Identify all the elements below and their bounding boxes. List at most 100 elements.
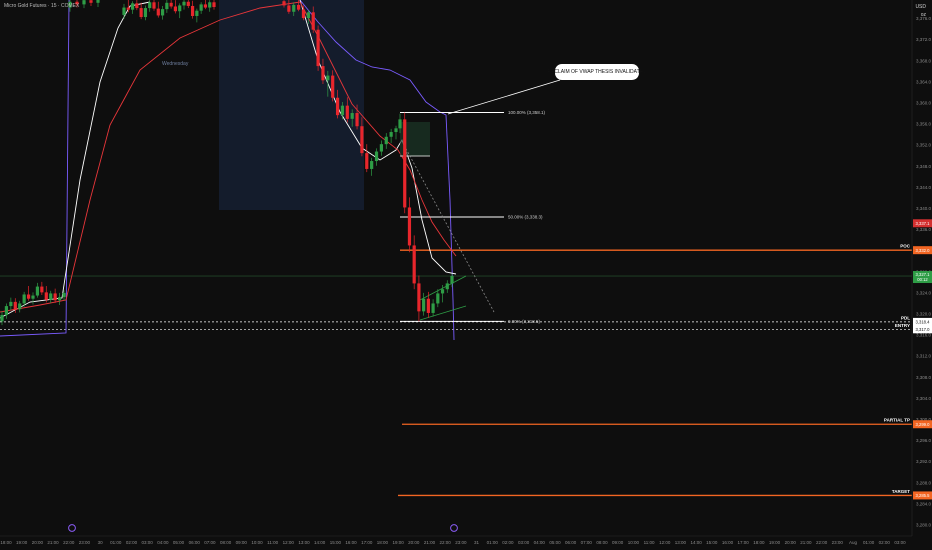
candle-body — [148, 2, 152, 9]
candle-body — [139, 8, 143, 18]
candle-body — [384, 136, 388, 145]
x-tick-label: 06:00 — [565, 540, 577, 545]
price-tag-text: 3,317.0 — [916, 327, 931, 332]
candle-body — [0, 315, 4, 322]
candle-body — [44, 292, 48, 300]
candle-body — [394, 128, 398, 133]
candle-body — [4, 306, 9, 316]
candle-body — [82, 0, 86, 5]
candle-body — [398, 119, 402, 129]
x-tick-label: 17:00 — [361, 540, 373, 545]
x-tick-label: 02:00 — [126, 540, 138, 545]
x-tick-label: 21:00 — [800, 540, 812, 545]
y-tick-label: 3,352.0 — [916, 143, 932, 148]
x-tick-label: 19:00 — [769, 540, 781, 545]
candle-body — [365, 153, 369, 169]
candle-body — [379, 144, 383, 152]
x-tick-label: Aug — [849, 540, 858, 545]
candle-body — [374, 151, 379, 162]
candle-body — [9, 301, 13, 307]
candle-body — [389, 132, 393, 137]
candle-body — [282, 1, 286, 6]
y-tick-label: 3,324.0 — [916, 290, 932, 295]
x-tick-label: 10:00 — [251, 540, 263, 545]
x-tick-label: 30 — [98, 540, 104, 545]
y-tick-label: 3,336.0 — [916, 227, 932, 232]
candle-body — [426, 298, 430, 313]
candle-body — [203, 4, 208, 8]
candle-body — [156, 8, 160, 16]
candle-body — [135, 3, 139, 9]
x-tick-label: 20:00 — [408, 540, 420, 545]
x-tick-label: 16:00 — [345, 540, 357, 545]
price-line-label: PARTIAL TP — [884, 418, 910, 423]
y-tick-label: 3,364.0 — [916, 79, 932, 84]
candle-body — [208, 2, 212, 8]
x-tick-label: 18:00 — [753, 540, 765, 545]
candle-body — [403, 119, 407, 208]
y-tick-label: 3,320.0 — [916, 311, 932, 316]
x-tick-label: 05:00 — [549, 540, 561, 545]
candle-body — [321, 66, 325, 81]
price-line-label: ENTRY — [895, 323, 910, 328]
candle-body — [49, 293, 53, 300]
unit-label[interactable]: oz — [921, 12, 926, 18]
current-price-timer: 00:12 — [917, 277, 928, 282]
x-tick-label: 22:00 — [816, 540, 828, 545]
candle-body — [301, 9, 306, 19]
candle-body — [130, 3, 135, 10]
y-tick-label: 3,308.0 — [916, 375, 932, 380]
x-tick-label: 04:00 — [157, 540, 169, 545]
candle-body — [126, 7, 130, 10]
candle-body — [35, 286, 40, 296]
candle-body — [40, 286, 44, 293]
candle-body — [53, 293, 57, 301]
x-tick-label: 14:00 — [314, 540, 326, 545]
x-tick-label: 03:00 — [894, 540, 906, 545]
vwap-callout[interactable]: RECLAIM OF VWAP THESIS INVALIDATED — [547, 64, 647, 80]
candle-body — [440, 289, 445, 294]
candle-body — [190, 5, 195, 16]
y-tick-label: 3,296.0 — [916, 438, 932, 443]
y-tick-label: 3,340.0 — [916, 206, 932, 211]
y-tick-label: 3,316.0 — [916, 333, 932, 338]
price-chart[interactable]: 3,376.03,372.03,368.03,364.03,360.03,356… — [0, 0, 932, 550]
fib-label: 0.00% (3,318.5) — [508, 319, 541, 324]
fib-label: 50.00% (3,338.3) — [508, 215, 543, 220]
candle-body — [340, 105, 345, 116]
candle-body — [31, 295, 35, 299]
candle-body — [22, 294, 26, 304]
x-tick-label: 22:00 — [63, 540, 75, 545]
currency-label[interactable]: USD — [915, 4, 926, 10]
x-tick-label: 13:00 — [675, 540, 687, 545]
x-tick-label: 04:00 — [534, 540, 546, 545]
candle-body — [18, 303, 22, 310]
candle-body — [96, 0, 100, 3]
price-tag-text: 3,318.4 — [916, 320, 931, 325]
candle-body — [326, 75, 330, 81]
candle-body — [292, 4, 296, 12]
x-tick-label: 20:00 — [32, 540, 44, 545]
candle-body — [287, 5, 291, 12]
x-tick-label: 06:00 — [189, 540, 201, 545]
x-tick-label: 03:00 — [142, 540, 154, 545]
y-tick-label: 3,280.0 — [916, 522, 932, 527]
candle-body — [199, 4, 203, 11]
x-tick-label: 01:00 — [487, 540, 499, 545]
candle-body — [335, 97, 340, 116]
x-tick-label: 11:00 — [267, 540, 278, 545]
candle-body — [306, 12, 310, 19]
x-tick-label: 23:00 — [455, 540, 467, 545]
candle-body — [311, 12, 315, 30]
y-tick-label: 3,348.0 — [916, 164, 932, 169]
candle-body — [436, 293, 440, 304]
x-tick-label: 09:00 — [612, 540, 624, 545]
x-tick-label: 20:00 — [785, 540, 797, 545]
candle-body — [186, 1, 190, 6]
price-line-label: TARGET — [892, 489, 910, 494]
candle-body — [143, 8, 148, 18]
candle-body — [178, 5, 182, 12]
x-tick-label: 05:00 — [173, 540, 185, 545]
candle-body — [350, 113, 354, 119]
x-tick-label: 12:00 — [283, 540, 295, 545]
